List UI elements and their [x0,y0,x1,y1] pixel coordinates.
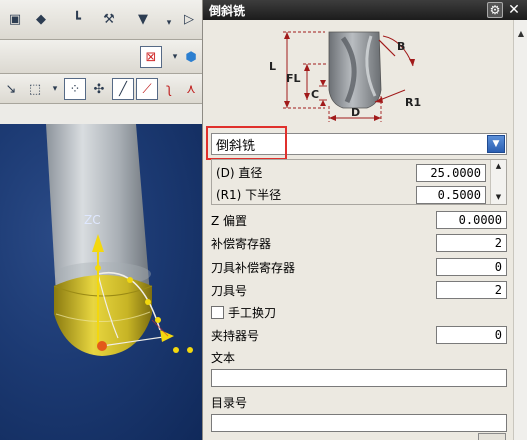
manual-change-label: 手工换刀 [228,305,277,320]
diagram-label-r1: R1 [405,96,421,109]
adjust-register-label: 补偿寄存器 [211,236,272,251]
snap-icon[interactable]: ✣ [88,78,110,100]
z-offset-label: Z 偏置 [211,213,248,228]
status-strip [0,104,202,124]
list-item[interactable]: (R1) 下半径 0.5000 [212,184,489,205]
chevron-down-icon[interactable]: ▼ [491,191,506,203]
dimension-label: (R1) 下半径 [216,188,282,202]
dimension-label: (D) 直径 [216,166,263,180]
dialog-titlebar[interactable]: 倒斜铣 ⚙ ✕ [203,0,527,20]
graphics-viewport[interactable]: ZC [0,124,202,440]
lower-radius-input[interactable]: 0.5000 [416,185,486,204]
tool-type-value: 倒斜铣 [216,138,256,154]
z-offset-row: Z 偏置 0.0000 [211,210,507,230]
chevron-up-icon[interactable]: ▲ [514,26,527,40]
filter-icon[interactable]: ⊠ [140,46,162,68]
adjust-register-input[interactable]: 2 [436,234,507,252]
diagram-label-fl: FL [286,72,301,85]
tool-icon[interactable]: ◆ [30,8,52,30]
tool-number-input[interactable]: 2 [436,281,507,299]
cutcom-register-input[interactable]: 0 [436,258,507,276]
holder-number-row: 夹持器号 0 [211,325,507,345]
tool-icon[interactable]: ▷ [178,8,200,30]
library-ref-input[interactable] [211,414,507,432]
cutcom-register-label: 刀具补偿寄存器 [211,260,296,275]
holder-number-input[interactable]: 0 [436,326,507,344]
tool-icon[interactable]: ⚒ [98,8,120,30]
tool-icon[interactable]: ▼ [132,8,154,30]
diagram-label-d: D [351,106,360,119]
tangent-snap-icon[interactable]: ⋏ [180,78,202,100]
manual-change-checkbox[interactable] [211,305,224,319]
toolbar-row-2: ⊠ ▾ ⬢ [0,40,202,74]
cutcom-register-row: 刀具补偿寄存器 0 [211,257,507,277]
chevron-down-icon[interactable]: ▼ [487,135,505,153]
dimension-list-scrollbar[interactable]: ▲ ▼ [490,160,506,204]
close-icon[interactable]: ✕ [506,2,522,18]
tool-number-label: 刀具号 [211,283,248,298]
adjust-register-row: 补偿寄存器 2 [211,233,507,253]
dimension-list: (D) 直径 25.0000 (R1) 下半径 0.5000 ▲ ▼ [211,159,507,205]
tool-icon[interactable]: ↘ [0,78,22,100]
library-ref-label: 目录号 [211,395,248,410]
tool-diagram: L FL C D B R1 [269,31,421,122]
text-row: 文本 [211,347,507,367]
toolbar-row-1: ▣ ◆ ┗ ⚒ ▼ ▾ ▷ [0,0,202,40]
diameter-input[interactable]: 25.0000 [416,163,486,182]
library-ref-button[interactable] [478,433,506,440]
library-ref-row: 目录号 [211,392,507,412]
tool-icon[interactable]: ▣ [4,8,26,30]
selection-rect-icon[interactable]: ⬚ [24,78,46,100]
chevron-down-icon[interactable]: ▾ [158,12,180,34]
text-label: 文本 [211,350,236,365]
line-snap-icon[interactable]: ╱ [112,78,134,100]
chevron-up-icon[interactable]: ▲ [491,160,506,172]
tool-icon[interactable]: ┗ [66,8,88,30]
tool-number-row: 刀具号 2 [211,280,507,300]
manual-change-row[interactable]: 手工换刀 [211,302,507,322]
toolbar-row-3: ↘ ⬚ ▾ ⁘ ✣ ╱ ⟋ ʅ ⋏ [0,74,202,104]
tool-dialog: 倒斜铣 ⚙ ✕ L FL C D B R1 倒斜铣 ▼ (D) 直径 25.00… [202,0,527,440]
gear-icon[interactable]: ⚙ [487,2,503,18]
list-item[interactable]: (D) 直径 25.0000 [212,162,489,183]
snap-point-icon[interactable]: ⁘ [64,78,86,100]
curve-snap-icon[interactable]: ʅ [158,78,180,100]
midpoint-snap-icon[interactable]: ⟋ [136,78,158,100]
text-input[interactable] [211,369,507,387]
diagram-label-l: L [269,60,276,73]
diagram-label-b: B [397,40,405,53]
origin-handle[interactable] [97,341,107,351]
dialog-title: 倒斜铣 [209,3,246,18]
dialog-scrollbar[interactable]: ▲ [513,20,527,440]
cube-icon[interactable]: ⬢ [180,46,202,68]
z-offset-input[interactable]: 0.0000 [436,211,507,229]
holder-number-label: 夹持器号 [211,328,260,343]
tool-type-select[interactable]: 倒斜铣 ▼ [211,133,507,155]
zc-axis-label: ZC [84,213,101,227]
chevron-down-icon[interactable]: ▾ [44,78,66,100]
cad-workspace: ▣ ◆ ┗ ⚒ ▼ ▾ ▷ ⊠ ▾ ⬢ ↘ ⬚ ▾ ⁘ ✣ ╱ ⟋ ʅ ⋏ ZC [0,0,202,440]
diagram-label-c: C [311,88,319,101]
